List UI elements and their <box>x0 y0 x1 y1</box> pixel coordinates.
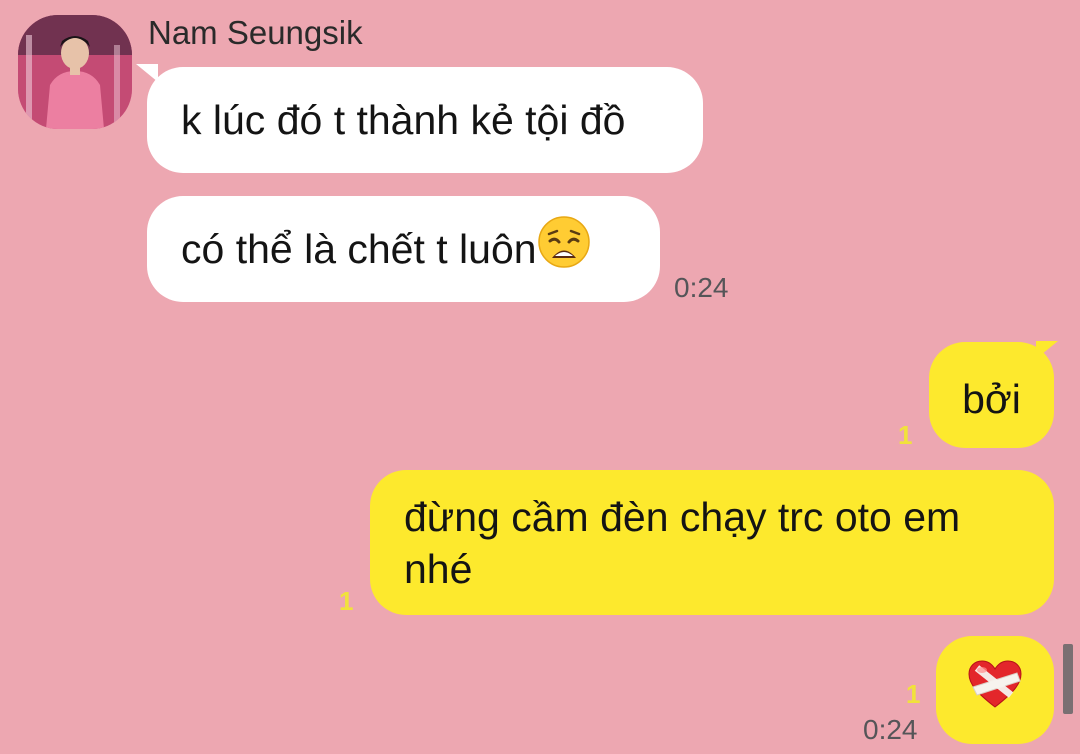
message-text: bởi <box>962 376 1021 422</box>
outgoing-message-bubble[interactable]: bởi <box>929 342 1054 448</box>
scrollbar[interactable] <box>1063 644 1073 714</box>
unread-count: 1 <box>339 586 354 616</box>
avatar-photo <box>18 15 132 129</box>
contact-avatar[interactable] <box>18 15 132 129</box>
outgoing-message-bubble[interactable]: đừng cầm đèn chạy trc oto em nhé <box>370 470 1054 615</box>
weary-face-icon <box>537 216 591 281</box>
message-timestamp: 0:24 <box>863 714 918 745</box>
message-timestamp: 0:24 <box>674 272 729 303</box>
incoming-message-bubble[interactable]: k lúc đó t thành kẻ tội đồ <box>147 67 703 173</box>
incoming-message-bubble[interactable]: có thể là chết t luôn <box>147 196 660 302</box>
contact-name: Nam Seungsik <box>148 14 363 51</box>
outgoing-message-bubble[interactable] <box>936 636 1054 744</box>
bandaged-heart-icon <box>967 659 1023 721</box>
unread-count: 1 <box>906 679 921 709</box>
message-text: đừng cầm đèn chạy trc oto em nhé <box>404 494 961 592</box>
message-text: k lúc đó t thành kẻ tội đồ <box>181 97 626 143</box>
unread-count: 1 <box>898 420 913 450</box>
message-text: có thể là chết t luôn <box>181 226 537 272</box>
